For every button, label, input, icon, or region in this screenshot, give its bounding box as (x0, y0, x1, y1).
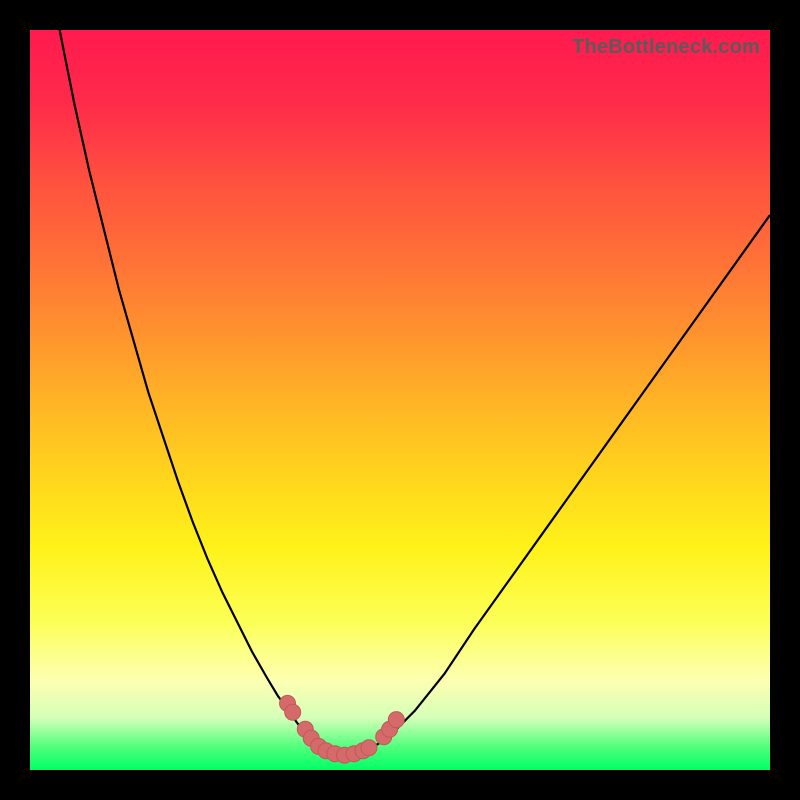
valley-marker (382, 721, 398, 737)
valley-marker (361, 740, 377, 756)
valley-marker (297, 721, 313, 737)
valley-markers (280, 695, 405, 763)
valley-marker (280, 695, 296, 711)
curve-overlay (30, 30, 770, 770)
plot-area: TheBottleneck.com (30, 30, 770, 770)
valley-marker (376, 729, 392, 745)
valley-marker (318, 743, 334, 759)
valley-marker (346, 746, 362, 762)
valley-marker (285, 704, 301, 720)
valley-marker (337, 747, 353, 763)
valley-marker (327, 746, 343, 762)
bottleneck-curve (60, 30, 770, 755)
watermark-text: TheBottleneck.com (572, 36, 760, 59)
valley-marker (311, 738, 327, 754)
valley-marker (303, 730, 319, 746)
chart-frame: TheBottleneck.com (0, 0, 800, 800)
valley-marker (388, 712, 404, 728)
valley-marker (355, 743, 371, 759)
